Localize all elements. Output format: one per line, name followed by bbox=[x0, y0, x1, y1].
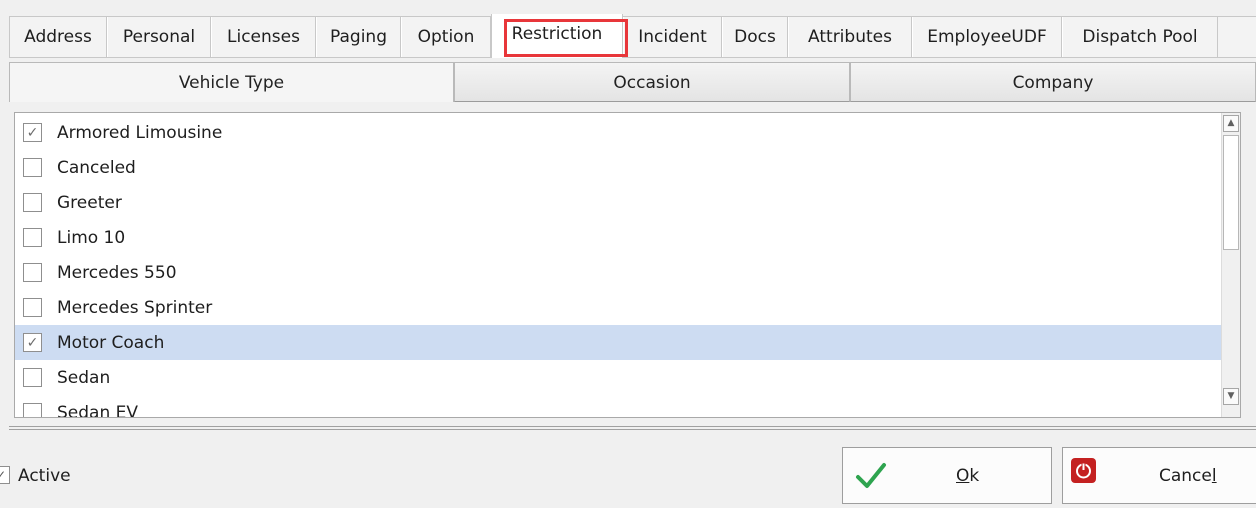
vehicle-type-list[interactable]: ✓ Armored Limousine Canceled Greeter Limo 10… bbox=[14, 112, 1241, 418]
list-item[interactable]: Greeter bbox=[15, 185, 1222, 220]
tab-incident[interactable]: Incident bbox=[623, 17, 722, 57]
top-tab-strip: Address Personal Licenses Paging Option … bbox=[9, 14, 1256, 58]
checkbox[interactable]: ✓ bbox=[23, 123, 42, 142]
check-mark-icon: ✓ bbox=[0, 466, 10, 484]
cancel-label-pre: Cance bbox=[1159, 465, 1212, 486]
list-item[interactable]: Canceled bbox=[15, 150, 1222, 185]
cancel-label: Cancel bbox=[1159, 466, 1217, 486]
checkbox[interactable] bbox=[23, 368, 42, 387]
tab-personal[interactable]: Personal bbox=[107, 17, 211, 57]
red-power-icon bbox=[1071, 458, 1096, 483]
active-label: Active bbox=[18, 466, 71, 486]
sub-tab-strip: Vehicle Type Occasion Company bbox=[9, 62, 1256, 102]
checkbox[interactable] bbox=[23, 158, 42, 177]
scroll-up-icon[interactable]: ▲ bbox=[1223, 115, 1239, 132]
list-item-label: Sedan bbox=[57, 367, 111, 388]
ok-label-rest: k bbox=[969, 465, 980, 486]
tab-vehicle-type[interactable]: Vehicle Type bbox=[9, 62, 454, 102]
list-item-label: Motor Coach bbox=[57, 332, 165, 353]
list-item[interactable]: Sedan bbox=[15, 360, 1222, 395]
list-item-label: Sedan EV bbox=[57, 402, 139, 418]
list-item[interactable]: Sedan EV bbox=[15, 395, 1222, 418]
tab-paging[interactable]: Paging bbox=[316, 17, 401, 57]
tab-address[interactable]: Address bbox=[9, 17, 107, 57]
vertical-scrollbar[interactable]: ▲ ▼ bbox=[1221, 113, 1240, 417]
list-item-label: Limo 10 bbox=[57, 227, 126, 248]
list-item-label: Mercedes Sprinter bbox=[57, 297, 213, 318]
scroll-thumb[interactable] bbox=[1223, 135, 1239, 250]
tab-occasion[interactable]: Occasion bbox=[454, 62, 850, 102]
ok-button[interactable]: Ok bbox=[842, 447, 1052, 504]
ok-label: Ok bbox=[956, 466, 979, 486]
list-item[interactable]: ✓ Motor Coach bbox=[15, 325, 1222, 360]
list-item[interactable]: ✓ Armored Limousine bbox=[15, 115, 1222, 150]
list-item[interactable]: Mercedes Sprinter bbox=[15, 290, 1222, 325]
list-item[interactable]: Limo 10 bbox=[15, 220, 1222, 255]
checkbox[interactable] bbox=[23, 228, 42, 247]
scroll-down-icon[interactable]: ▼ bbox=[1223, 388, 1239, 405]
list-item-label: Armored Limousine bbox=[57, 122, 223, 143]
tab-licenses[interactable]: Licenses bbox=[211, 17, 316, 57]
tab-option[interactable]: Option bbox=[401, 17, 491, 57]
ok-mnemonic: O bbox=[956, 465, 970, 486]
checkbox[interactable]: ✓ bbox=[23, 333, 42, 352]
tab-company[interactable]: Company bbox=[850, 62, 1256, 102]
footer-separator bbox=[9, 426, 1256, 430]
list-item-label: Mercedes 550 bbox=[57, 262, 177, 283]
checkbox[interactable] bbox=[23, 298, 42, 317]
cancel-button[interactable]: Cancel bbox=[1062, 447, 1256, 504]
tab-docs[interactable]: Docs bbox=[722, 17, 788, 57]
tab-restriction[interactable]: Restriction bbox=[491, 14, 623, 58]
cancel-mnemonic: l bbox=[1211, 465, 1217, 486]
green-check-icon bbox=[856, 463, 886, 488]
checkbox[interactable] bbox=[23, 193, 42, 212]
tab-dispatch-pool[interactable]: Dispatch Pool bbox=[1062, 17, 1218, 57]
tab-attributes[interactable]: Attributes bbox=[788, 17, 912, 57]
tab-employeeudf[interactable]: EmployeeUDF bbox=[912, 17, 1062, 57]
list-item-label: Canceled bbox=[57, 157, 136, 178]
checkbox[interactable] bbox=[23, 403, 42, 417]
checkbox[interactable] bbox=[23, 263, 42, 282]
list-item-label: Greeter bbox=[57, 192, 122, 213]
list-item[interactable]: Mercedes 550 bbox=[15, 255, 1222, 290]
active-checkbox[interactable]: ✓ bbox=[0, 466, 12, 484]
